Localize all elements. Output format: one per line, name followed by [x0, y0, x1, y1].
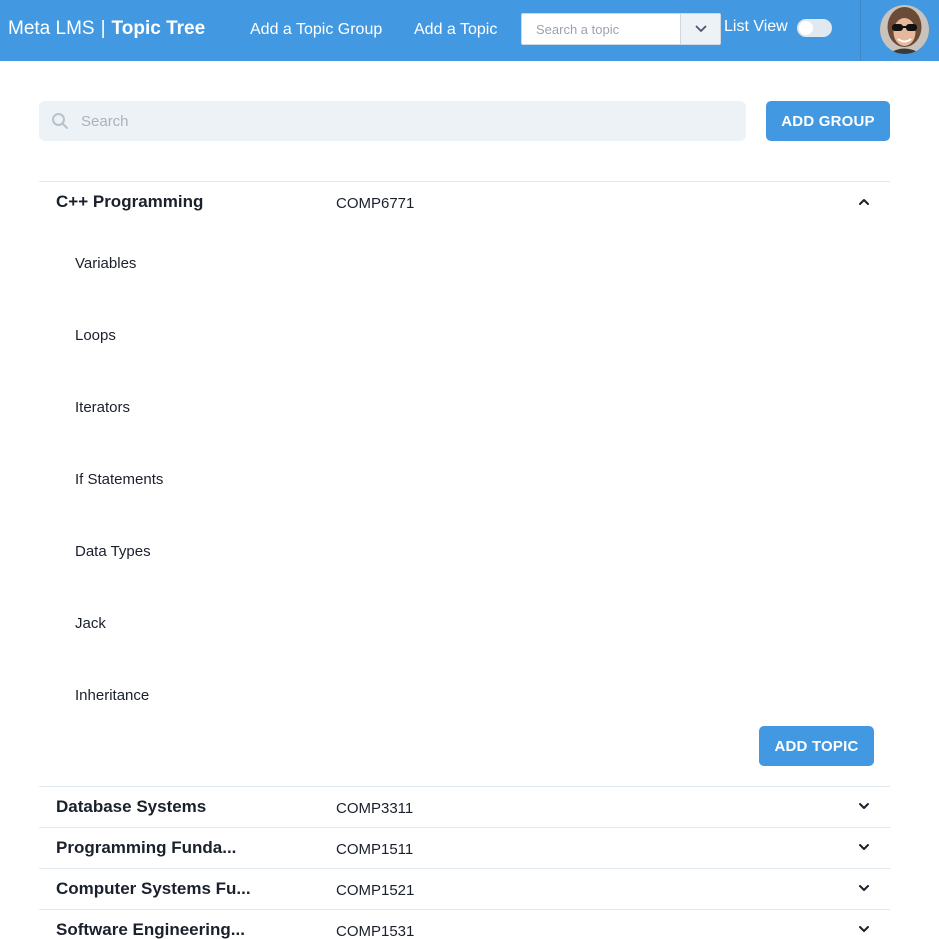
page-title: Topic Tree	[111, 18, 206, 39]
group-title: Software Engineering...	[56, 920, 245, 939]
group-title: Database Systems	[56, 797, 207, 816]
brand[interactable]: Meta LMS | Topic Tree	[8, 18, 205, 40]
topic-select-dropdown-button[interactable]	[680, 14, 720, 44]
group-search-input[interactable]	[81, 101, 731, 141]
group-row-programming[interactable]: Programming Funda... COMP1511	[39, 828, 890, 868]
group-code: COMP6771	[336, 195, 415, 212]
topic-item[interactable]: If Statements	[75, 471, 163, 488]
group-code: COMP1511	[336, 841, 414, 858]
chevron-down-icon[interactable]	[857, 922, 871, 936]
topic-item[interactable]: Inheritance	[75, 687, 149, 704]
top-navbar: Meta LMS | Topic Tree Add a Topic Group Ad…	[0, 0, 939, 61]
group-title: Computer Systems Fu...	[56, 879, 251, 898]
nav-add-topic[interactable]: Add a Topic	[414, 21, 497, 39]
topic-item[interactable]: Data Types	[75, 543, 151, 560]
avatar-image	[880, 5, 929, 54]
group-code: COMP1531	[336, 923, 415, 939]
chevron-down-icon[interactable]	[857, 881, 871, 895]
chevron-down-icon[interactable]	[857, 799, 871, 813]
nav-add-topic-group[interactable]: Add a Topic Group	[250, 21, 382, 39]
app-name: Meta LMS	[8, 18, 95, 39]
topic-item[interactable]: Jack	[75, 615, 106, 632]
brand-separator: |	[100, 18, 106, 39]
group-search-bar[interactable]	[39, 101, 746, 141]
group-row-cpp[interactable]: C++ Programming COMP6771	[39, 182, 890, 222]
list-view-label: List View	[724, 18, 788, 35]
add-group-button[interactable]: ADD GROUP	[766, 101, 890, 141]
group-title: Programming Funda...	[56, 838, 237, 857]
add-topic-button[interactable]: ADD TOPIC	[759, 726, 874, 766]
chevron-up-icon[interactable]	[857, 195, 871, 209]
user-avatar[interactable]	[880, 5, 929, 54]
topic-item[interactable]: Loops	[75, 327, 116, 344]
toggle-knob	[799, 21, 813, 35]
search-icon	[52, 113, 68, 129]
group-row-software-engineering[interactable]: Software Engineering... COMP1531	[39, 910, 890, 939]
chevron-down-icon	[695, 25, 706, 32]
group-title: C++ Programming	[56, 192, 204, 211]
group-code: COMP3311	[336, 800, 414, 817]
topic-search-input[interactable]	[522, 14, 681, 44]
group-code: COMP1521	[336, 882, 415, 899]
topic-item[interactable]: Variables	[75, 255, 136, 272]
topic-item[interactable]: Iterators	[75, 399, 130, 416]
topic-search-select[interactable]	[521, 13, 721, 45]
list-view-toggle[interactable]	[797, 19, 832, 37]
chevron-down-icon[interactable]	[857, 840, 871, 854]
group-row-computer-systems[interactable]: Computer Systems Fu... COMP1521	[39, 869, 890, 909]
header-divider	[860, 0, 861, 61]
group-row-database[interactable]: Database Systems COMP3311	[39, 787, 890, 827]
